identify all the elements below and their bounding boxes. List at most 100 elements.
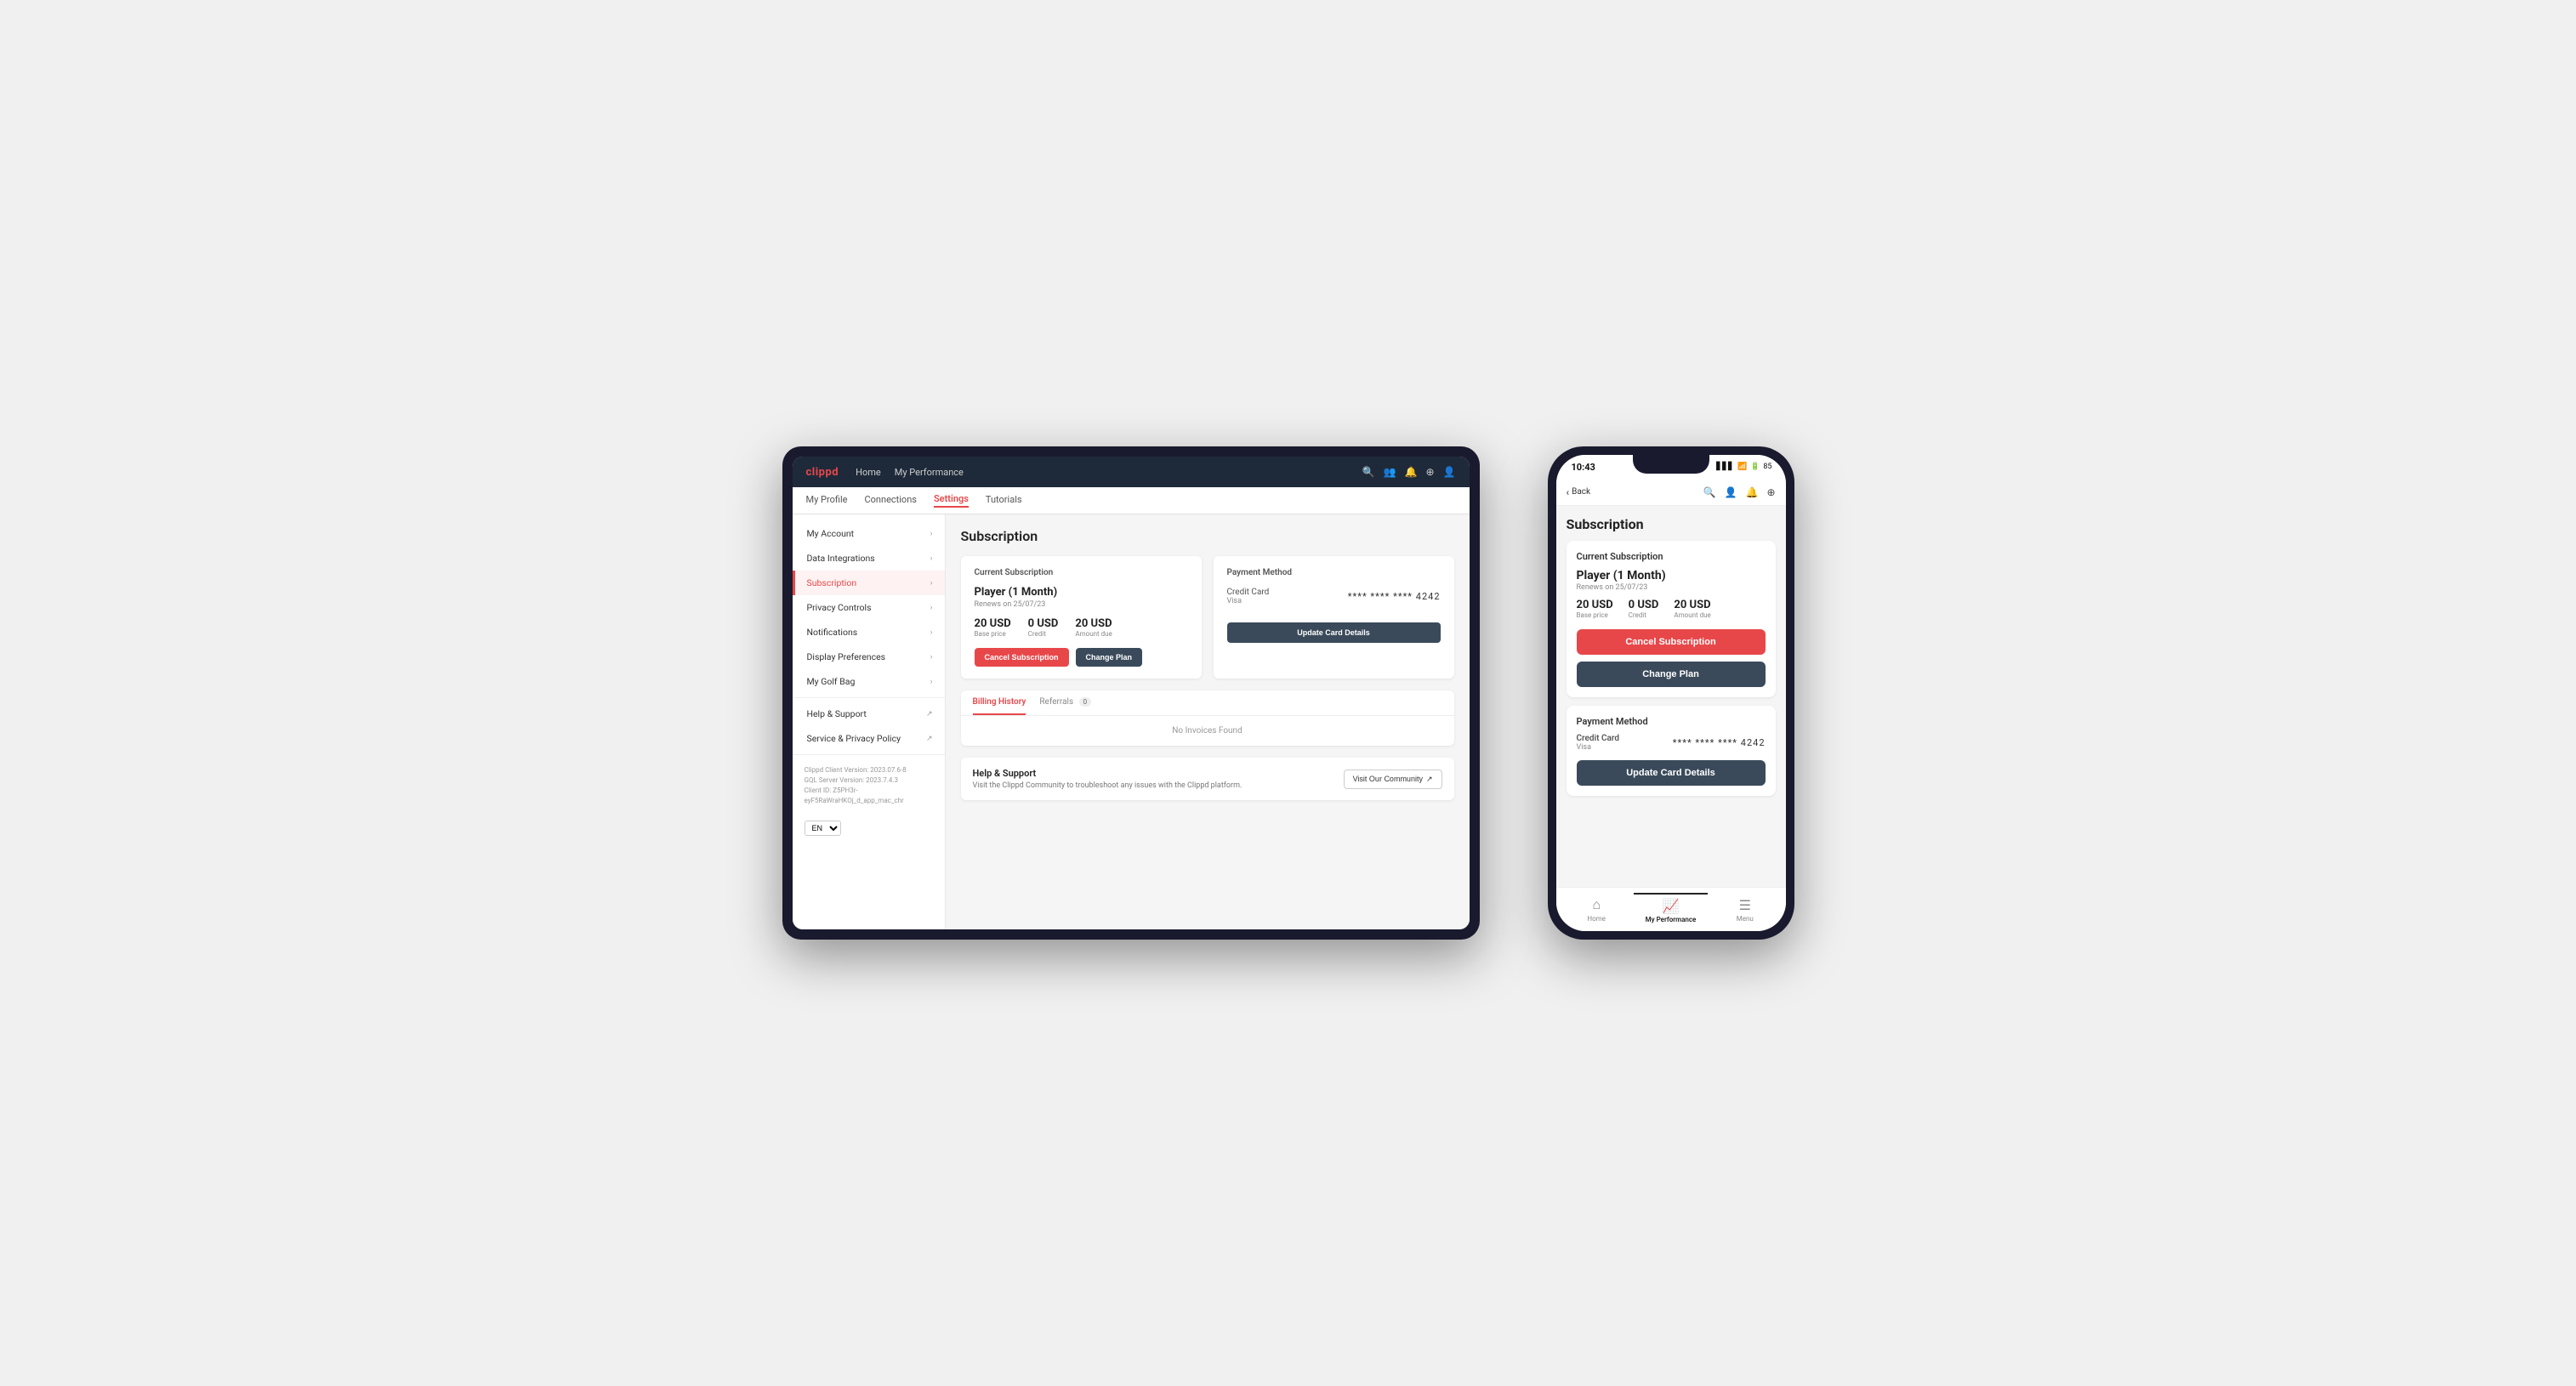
billing-empty-state: No Invoices Found	[961, 716, 1454, 746]
phone-cancel-button[interactable]: Cancel Subscription	[1577, 629, 1766, 655]
payment-row: Credit Card Visa **** **** **** 4242	[1227, 588, 1441, 605]
tablet-device: clippd Home My Performance 🔍 👥 🔔 ⊕ 👤 My …	[782, 446, 1480, 940]
tablet-nav-performance[interactable]: My Performance	[895, 467, 964, 478]
phone-credit-amount: 0 USD	[1629, 599, 1659, 611]
amount-due-label: Amount due	[1075, 630, 1112, 638]
phone-change-plan-button[interactable]: Change Plan	[1577, 662, 1766, 687]
sidebar-divider-2	[793, 754, 945, 755]
phone-cc-info: Credit Card Visa	[1577, 734, 1620, 752]
add-icon[interactable]: ⊕	[1766, 486, 1775, 498]
phone-update-card-button[interactable]: Update Card Details	[1577, 760, 1766, 786]
chevron-icon: ›	[930, 604, 933, 612]
tablet-screen: clippd Home My Performance 🔍 👥 🔔 ⊕ 👤 My …	[793, 457, 1470, 929]
back-button[interactable]: ‹ Back	[1567, 486, 1591, 498]
tablet-topnav-icons: 🔍 👥 🔔 ⊕ 👤	[1362, 466, 1456, 478]
tablet-nav-links: Home My Performance	[856, 467, 1345, 478]
tablet-sidebar: My Account › Data Integrations › Subscri…	[793, 514, 946, 929]
phone-nav-menu[interactable]: ☰ Menu	[1708, 894, 1782, 926]
performance-icon: 📈	[1663, 898, 1680, 914]
tab-connections[interactable]: Connections	[864, 494, 916, 507]
tab-myprofile[interactable]: My Profile	[806, 494, 848, 507]
change-plan-button[interactable]: Change Plan	[1076, 648, 1143, 667]
phone-payment-row: Credit Card Visa **** **** **** 4242	[1577, 734, 1766, 752]
cc-info: Credit Card Visa	[1227, 588, 1270, 605]
update-card-details-button[interactable]: Update Card Details	[1227, 622, 1441, 643]
phone-amount-due-label: Amount due	[1674, 611, 1710, 619]
subscription-card-label: Current Subscription	[975, 568, 1188, 577]
home-icon: ⌂	[1592, 896, 1601, 913]
phone-amount-due-amount: 20 USD	[1674, 599, 1710, 611]
phone-prices: 20 USD Base price 0 USD Credit 20 USD Am…	[1577, 599, 1766, 619]
external-link-icon: ↗	[926, 735, 933, 743]
phone-subscription-card: Current Subscription Player (1 Month) Re…	[1567, 541, 1776, 697]
person-icon[interactable]: 👤	[1725, 486, 1737, 498]
people-icon[interactable]: 👥	[1384, 466, 1396, 478]
plan-renew: Renews on 25/07/23	[975, 600, 1188, 609]
phone-screen: 10:43 ▋▋▋ 📶 🔋 85 ‹ Back 🔍 👤 🔔 ⊕ Sub	[1556, 455, 1786, 931]
phone-plan-name: Player (1 Month)	[1577, 569, 1766, 582]
sidebar-item-subscription[interactable]: Subscription ›	[793, 571, 945, 595]
sidebar-item-privacypolicy[interactable]: Service & Privacy Policy ↗	[793, 726, 945, 751]
page-title: Subscription	[961, 528, 1454, 544]
battery-icon: 🔋	[1750, 463, 1760, 471]
chevron-icon: ›	[930, 530, 933, 538]
help-title: Help & Support	[973, 768, 1243, 779]
payment-method-label: Payment Method	[1227, 568, 1441, 577]
sidebar-item-mygolfbag[interactable]: My Golf Bag ›	[793, 669, 945, 694]
tablet-logo: clippd	[806, 466, 839, 479]
wifi-icon: 📶	[1737, 463, 1747, 471]
sidebar-item-dataintegrations[interactable]: Data Integrations ›	[793, 546, 945, 571]
tab-settings[interactable]: Settings	[934, 493, 969, 508]
help-section: Help & Support Visit the Clippd Communit…	[961, 758, 1454, 800]
phone-device: 10:43 ▋▋▋ 📶 🔋 85 ‹ Back 🔍 👤 🔔 ⊕ Sub	[1548, 446, 1794, 940]
phone-topnav-icons: 🔍 👤 🔔 ⊕	[1703, 486, 1776, 498]
tab-billing-history[interactable]: Billing History	[973, 690, 1026, 715]
amount-due-item: 20 USD Amount due	[1075, 617, 1112, 638]
sidebar-item-privacycontrols[interactable]: Privacy Controls ›	[793, 595, 945, 620]
phone-status-icons: ▋▋▋ 📶 🔋 85	[1716, 463, 1771, 471]
bell-icon[interactable]: 🔔	[1745, 486, 1758, 498]
phone-base-price: 20 USD Base price	[1577, 599, 1613, 619]
phone-base-label: Base price	[1577, 611, 1613, 619]
credit-amount: 0 USD	[1028, 617, 1059, 630]
phone-bottomnav: ⌂ Home 📈 My Performance ☰ Menu	[1556, 887, 1786, 931]
help-icon[interactable]: ⊕	[1425, 466, 1434, 478]
credit-label: Credit	[1028, 630, 1059, 638]
tablet-nav-home[interactable]: Home	[856, 467, 881, 478]
help-description: Visit the Clippd Community to troublesho…	[973, 781, 1243, 790]
sidebar-item-displaypreferences[interactable]: Display Preferences ›	[793, 645, 945, 669]
chevron-icon: ›	[930, 628, 933, 637]
phone-nav-performance[interactable]: 📈 My Performance	[1634, 893, 1708, 927]
tablet-content: My Account › Data Integrations › Subscri…	[793, 514, 1470, 929]
tab-tutorials[interactable]: Tutorials	[986, 494, 1022, 507]
cancel-subscription-button[interactable]: Cancel Subscription	[975, 648, 1069, 667]
tab-referrals[interactable]: Referrals 0	[1039, 690, 1091, 715]
cc-brand: Visa	[1227, 597, 1270, 605]
search-icon[interactable]: 🔍	[1362, 466, 1375, 478]
signal-icon: ▋▋▋	[1716, 463, 1734, 471]
sidebar-item-helpsupport[interactable]: Help & Support ↗	[793, 702, 945, 726]
user-avatar-icon[interactable]: 👤	[1443, 466, 1456, 478]
search-icon[interactable]: 🔍	[1703, 486, 1716, 498]
credit-item: 0 USD Credit	[1028, 617, 1059, 638]
phone-page-title: Subscription	[1567, 516, 1776, 532]
visit-community-button[interactable]: Visit Our Community ↗	[1344, 770, 1442, 789]
sidebar-lang-selector[interactable]: EN FR DE	[805, 818, 933, 836]
external-link-icon: ↗	[1426, 775, 1433, 784]
sidebar-item-myaccount[interactable]: My Account ›	[793, 521, 945, 546]
sidebar-divider	[793, 697, 945, 698]
language-select[interactable]: EN FR DE	[805, 821, 841, 836]
base-price-label: Base price	[975, 630, 1011, 638]
bell-icon[interactable]: 🔔	[1405, 466, 1418, 478]
subscription-card: Current Subscription Player (1 Month) Re…	[961, 556, 1202, 679]
billing-section: Billing History Referrals 0 No Invoices …	[961, 690, 1454, 746]
base-price-amount: 20 USD	[975, 617, 1011, 630]
plan-prices: 20 USD Base price 0 USD Credit 20 USD Am…	[975, 617, 1188, 638]
sidebar-item-notifications[interactable]: Notifications ›	[793, 620, 945, 645]
phone-cc-type: Credit Card	[1577, 734, 1620, 743]
phone-nav-home[interactable]: ⌂ Home	[1560, 893, 1634, 926]
amount-due-amount: 20 USD	[1075, 617, 1112, 630]
chevron-icon: ›	[930, 579, 933, 588]
phone-plan-renew: Renews on 25/07/23	[1577, 583, 1766, 592]
phone-content: Subscription Current Subscription Player…	[1556, 506, 1786, 887]
